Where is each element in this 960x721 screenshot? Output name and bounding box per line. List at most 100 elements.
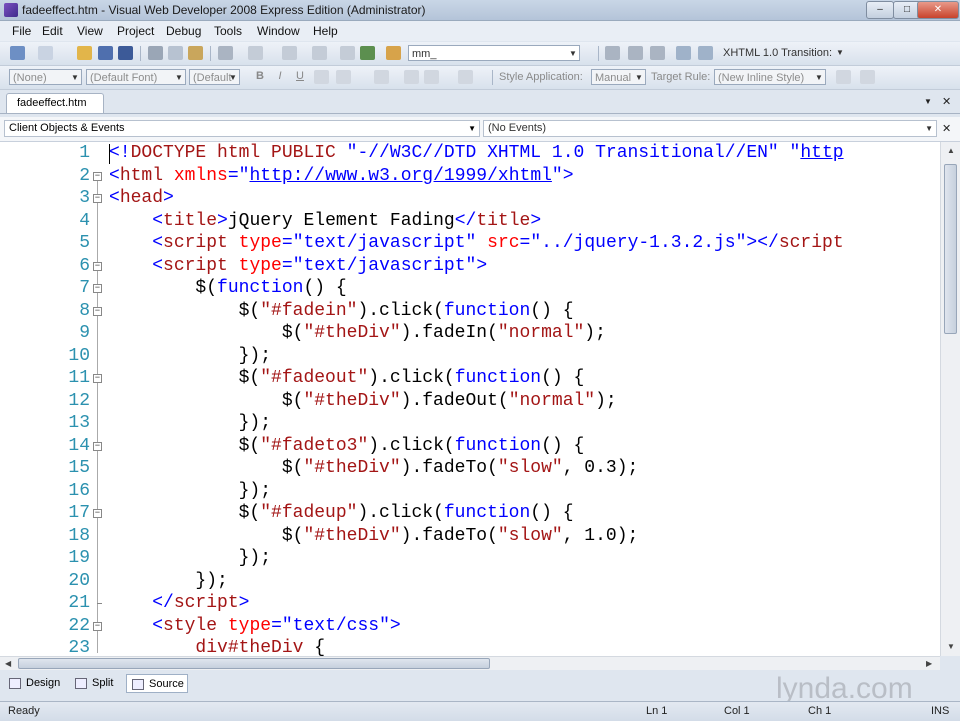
tab-design[interactable]: Design	[4, 674, 66, 693]
toolbox-icon[interactable]	[650, 46, 665, 60]
font-combo[interactable]: (Default Font) ▼	[86, 69, 186, 85]
undo-icon[interactable]	[218, 46, 233, 60]
hyperlink-icon[interactable]	[458, 70, 473, 84]
code-line[interactable]: <head>	[109, 187, 174, 210]
scroll-right-icon[interactable]: ▶	[926, 659, 932, 668]
chevron-down-icon[interactable]: ▼	[924, 97, 932, 106]
fore-color-icon[interactable]	[314, 70, 329, 84]
save-icon[interactable]	[98, 46, 113, 60]
cut-icon[interactable]	[148, 46, 163, 60]
close-icon[interactable]: ✕	[942, 95, 951, 108]
code-line[interactable]: });	[109, 412, 271, 435]
events-combo[interactable]: (No Events) ▼	[483, 120, 937, 137]
menu-tools[interactable]: Tools	[214, 24, 242, 38]
open-file-icon[interactable]	[77, 46, 92, 60]
collapse-icon[interactable]: −	[93, 261, 102, 271]
code-line[interactable]: $("#theDiv").fadeIn("normal");	[109, 322, 606, 345]
collapse-icon[interactable]: −	[93, 374, 102, 383]
code-line[interactable]: <style type="text/css">	[109, 615, 401, 638]
client-objects-combo[interactable]: Client Objects & Events ▼	[4, 120, 480, 137]
copy-icon[interactable]	[168, 46, 183, 60]
menu-edit[interactable]: Edit	[42, 24, 63, 38]
view-in-browser-icon[interactable]	[360, 46, 375, 60]
start-debugging-icon[interactable]	[340, 46, 355, 60]
find-icon[interactable]	[386, 46, 401, 60]
code-line[interactable]: $("#fadeout").click(function() {	[109, 367, 585, 390]
target-rule-combo[interactable]: (New Inline Style) ▼	[714, 69, 826, 85]
scroll-up-icon[interactable]: ▲	[947, 146, 955, 155]
solution-explorer-icon[interactable]	[605, 46, 620, 60]
format-document-icon[interactable]	[676, 46, 691, 60]
collapse-icon[interactable]: −	[93, 621, 102, 631]
bulleted-list-icon[interactable]	[424, 70, 439, 84]
horizontal-scroll-thumb[interactable]	[18, 658, 490, 669]
minimize-button[interactable]: –	[866, 1, 894, 19]
code-line[interactable]: });	[109, 480, 271, 503]
collapse-icon[interactable]: −	[93, 171, 102, 181]
scroll-down-icon[interactable]: ▼	[947, 642, 955, 651]
code-line[interactable]: $("#theDiv").fadeTo("slow", 1.0);	[109, 525, 638, 548]
collapse-icon[interactable]: −	[93, 306, 102, 316]
new-project-icon[interactable]	[10, 46, 25, 60]
menu-window[interactable]: Window	[257, 24, 300, 38]
code-line[interactable]: $("#fadeup").click(function() {	[109, 502, 574, 525]
code-line[interactable]: <!DOCTYPE html PUBLIC "-//W3C//DTD XHTML…	[109, 142, 844, 165]
menu-debug[interactable]: Debug	[166, 24, 201, 38]
chevron-down-icon: ▼	[229, 73, 237, 82]
code-line[interactable]: $("#fadein").click(function() {	[109, 300, 574, 323]
manage-styles-icon[interactable]	[860, 70, 875, 84]
code-line[interactable]: $(function() {	[109, 277, 346, 300]
font-size-combo[interactable]: (Default ▼	[189, 69, 240, 85]
code-line[interactable]: $("#theDiv").fadeTo("slow", 0.3);	[109, 457, 638, 480]
redo-icon[interactable]	[248, 46, 263, 60]
comment-icon[interactable]	[698, 46, 713, 60]
block-format-combo[interactable]: (None) ▼	[9, 69, 82, 85]
close-button[interactable]: ✕	[917, 1, 959, 19]
vertical-scroll-thumb[interactable]	[944, 164, 957, 334]
horizontal-scrollbar[interactable]: ◀ ▶	[0, 656, 940, 670]
paste-icon[interactable]	[188, 46, 203, 60]
menu-project[interactable]: Project	[117, 24, 154, 38]
collapse-icon[interactable]: −	[93, 509, 102, 518]
close-icon[interactable]: ✕	[942, 122, 951, 135]
code-line[interactable]: <script type="text/javascript" src="../j…	[109, 232, 843, 255]
style-application-combo[interactable]: Manual ▼	[591, 69, 646, 85]
numbered-list-icon[interactable]	[404, 70, 419, 84]
code-line[interactable]: $("#theDiv").fadeOut("normal");	[109, 390, 617, 413]
properties-icon[interactable]	[628, 46, 643, 60]
code-line[interactable]: <title>jQuery Element Fading</title>	[109, 210, 541, 233]
add-item-icon[interactable]	[38, 46, 53, 60]
tab-split[interactable]: Split	[70, 674, 122, 693]
scroll-left-icon[interactable]: ◀	[5, 659, 11, 668]
apply-style-icon[interactable]	[836, 70, 851, 84]
collapse-icon[interactable]: −	[93, 194, 102, 203]
navigate-backward-icon[interactable]	[282, 46, 297, 60]
tab-source[interactable]: Source	[126, 674, 188, 693]
menu-help[interactable]: Help	[313, 24, 338, 38]
justify-icon[interactable]	[374, 70, 389, 84]
underline-button[interactable]: U	[292, 70, 308, 84]
navigate-forward-icon[interactable]	[312, 46, 327, 60]
code-line[interactable]: </script>	[109, 592, 249, 615]
code-line[interactable]: <html xmlns="http://www.w3.org/1999/xhtm…	[109, 165, 574, 188]
italic-button[interactable]: I	[272, 70, 288, 84]
collapse-icon[interactable]: −	[93, 441, 102, 451]
menu-file[interactable]: File	[12, 24, 31, 38]
code-token: title	[476, 210, 531, 231]
vertical-scrollbar[interactable]: ▲ ▼	[940, 142, 960, 656]
code-line[interactable]: });	[109, 570, 227, 593]
back-color-icon[interactable]	[336, 70, 351, 84]
menu-view[interactable]: View	[77, 24, 103, 38]
find-combo[interactable]: mm_ ▼	[408, 45, 580, 61]
save-all-icon[interactable]	[118, 46, 133, 60]
code-line[interactable]: });	[109, 345, 271, 368]
doctype-combo[interactable]: XHTML 1.0 Transition: ▼	[720, 45, 846, 61]
code-line[interactable]: });	[109, 547, 271, 570]
collapse-icon[interactable]: −	[93, 284, 102, 293]
code-line[interactable]: div#theDiv {	[109, 637, 325, 656]
code-editor[interactable]: I 1<!DOCTYPE html PUBLIC "-//W3C//DTD XH…	[0, 142, 940, 656]
bold-button[interactable]: B	[252, 70, 268, 84]
code-line[interactable]: <script type="text/javascript">	[109, 255, 487, 278]
tab-fadeeffect[interactable]: fadeeffect.htm	[6, 93, 104, 113]
code-line[interactable]: $("#fadeto3").click(function() {	[109, 435, 585, 458]
